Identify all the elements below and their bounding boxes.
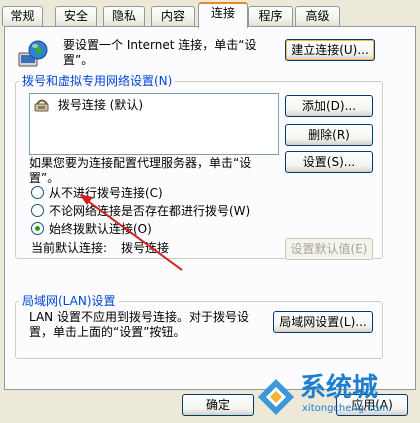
watermark-brand: 系统城 xyxy=(300,373,379,403)
lan-hint-line1: LAN 设置不应用到拨号连接。对于拨号设 xyxy=(29,310,249,324)
lan-group-legend: 局域网(LAN)设置 xyxy=(19,294,119,308)
lan-hint-line2: 置，单击上面的“设置”按钮。 xyxy=(29,325,186,339)
ok-button[interactable]: 确定 xyxy=(182,394,254,416)
tab-privacy[interactable]: 隐私 xyxy=(103,6,145,26)
watermark: 系统城 xitongcheng.com xyxy=(256,371,416,421)
tab-advanced[interactable]: 高级 xyxy=(295,6,340,26)
lan-settings-button[interactable]: 局域网设置(L)... xyxy=(273,311,373,333)
tab-programs[interactable]: 程序 xyxy=(248,6,293,26)
tab-general[interactable]: 常规 xyxy=(2,6,43,26)
tab-security[interactable]: 安全 xyxy=(55,6,97,26)
tab-content[interactable]: 内容 xyxy=(151,6,195,26)
watermark-url: xitongcheng.com xyxy=(302,403,389,414)
tab-connections[interactable]: 连接 xyxy=(198,2,248,28)
connections-panel: 要设置一个 Internet 连接，单击“设 置”。 建立连接(U)... 拨号… xyxy=(4,26,416,390)
watermark-logo-icon xyxy=(258,379,294,415)
tab-strip: 常规 安全 隐私 内容 连接 程序 高级 xyxy=(0,0,420,28)
